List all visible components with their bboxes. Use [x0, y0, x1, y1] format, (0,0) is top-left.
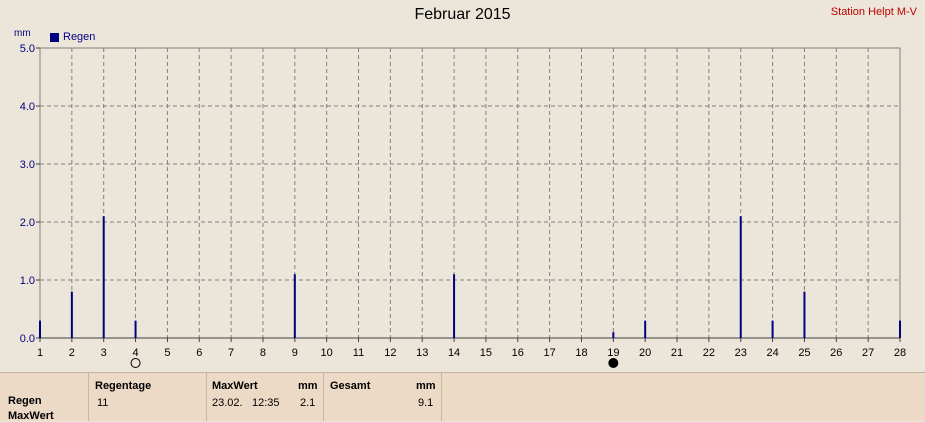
x-tick-label: 15	[480, 347, 492, 359]
x-tick-label: 12	[384, 347, 396, 359]
row-label-regen: Regen	[8, 395, 42, 407]
x-tick-label: 11	[353, 347, 364, 359]
y-tick-label: 3.0	[20, 159, 35, 171]
maxwert-header: MaxWert	[212, 380, 258, 392]
regentage-value: 11	[97, 397, 109, 409]
legend-swatch	[50, 32, 59, 42]
legend: Regen	[50, 31, 95, 43]
y-tick-label: 2.0	[20, 217, 35, 229]
plot-background	[40, 48, 900, 338]
x-tick-label: 24	[766, 347, 778, 359]
x-tick-label: 10	[321, 347, 333, 359]
maxwert-unit: mm	[298, 380, 318, 392]
maxwert-date: 23.02.	[212, 397, 243, 409]
rain-bar	[644, 320, 647, 338]
rain-bar	[293, 274, 296, 338]
x-tick-label: 23	[735, 347, 747, 359]
maxwert-value: 2.1	[300, 397, 316, 409]
rain-bar	[899, 320, 901, 338]
x-tick-label: 4	[132, 347, 138, 359]
x-tick-label: 22	[703, 347, 715, 359]
y-tick-label: 0.0	[20, 333, 35, 345]
rain-bar	[612, 332, 615, 338]
row-label-maxwert: MaxWert	[8, 410, 54, 422]
rain-bar	[102, 216, 105, 338]
regentage-column: Regentage 11	[88, 373, 207, 421]
x-tick-label: 1	[37, 347, 43, 359]
stats-table: Regen MaxWert Regentage 11 MaxWert mm 23…	[0, 372, 925, 422]
x-tick-label: 9	[292, 347, 298, 359]
station-name: Station Helpt M-V	[830, 6, 917, 18]
regentage-header: Regentage	[95, 380, 152, 392]
x-tick-label: 7	[228, 347, 234, 359]
rain-bar	[70, 291, 73, 338]
x-tick-label: 5	[164, 347, 170, 359]
chart-title: Februar 2015	[414, 6, 511, 23]
x-tick-label: 17	[544, 347, 556, 359]
x-tick-label: 27	[862, 347, 874, 359]
x-tick-label: 25	[798, 347, 810, 359]
y-tick-label: 5.0	[20, 43, 35, 55]
x-tick-label: 21	[671, 347, 683, 359]
x-tick-label: 13	[416, 347, 428, 359]
x-tick-label: 16	[512, 347, 524, 359]
chart-area: 0.0 1.0 2.0 3.0 4.0 5.0 1 2 3 4 5 6 7 8 9 10 11 12 13 14 15 1…	[0, 0, 925, 372]
maxwert-column: MaxWert mm 23.02. 12:35 2.1	[206, 373, 324, 421]
rain-bar	[453, 274, 456, 338]
rain-chart: 0.01.02.03.04.05.01 2 3 4 5 6 7 8 9 10 11 12 13 14 15 1…	[20, 43, 906, 368]
x-tick-label: 20	[639, 347, 651, 359]
rain-bar	[134, 320, 137, 338]
rain-bar	[771, 320, 774, 338]
gesamt-header: Gesamt	[330, 380, 371, 392]
x-tick-label: 19	[607, 347, 619, 359]
x-tick-label: 2	[69, 347, 75, 359]
gesamt-column: Gesamt mm 9.1	[324, 373, 442, 421]
x-tick-label: 3	[101, 347, 107, 359]
gesamt-unit: mm	[416, 380, 436, 392]
gesamt-value: 9.1	[418, 397, 434, 409]
x-tick-label: 6	[196, 347, 202, 359]
full-moon-icon	[130, 358, 141, 368]
x-tick-label: 28	[894, 347, 906, 359]
new-moon-icon	[608, 358, 619, 368]
y-axis-unit: mm	[14, 28, 31, 39]
y-tick-label: 4.0	[20, 101, 35, 113]
maxwert-time: 12:35	[252, 397, 280, 409]
rain-bar	[739, 216, 742, 338]
x-tick-label: 14	[448, 347, 460, 359]
x-tick-label: 8	[260, 347, 266, 359]
legend-label: Regen	[63, 31, 96, 43]
y-tick-label: 1.0	[20, 275, 35, 287]
x-tick-label: 18	[575, 347, 587, 359]
rain-bar	[39, 320, 41, 338]
x-tick-label: 26	[830, 347, 842, 359]
rain-bar	[803, 291, 806, 338]
